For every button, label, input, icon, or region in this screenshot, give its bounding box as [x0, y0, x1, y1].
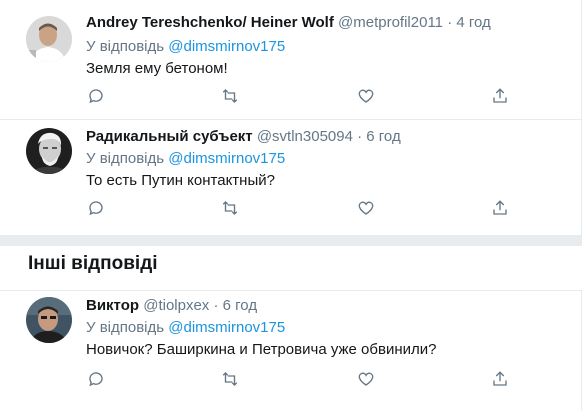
share-icon[interactable] [490, 86, 510, 106]
tweet-1[interactable]: Andrey Tereshchenko/ Heiner Wolf @metpro… [0, 0, 582, 120]
reply-icon[interactable] [86, 369, 106, 389]
timestamp[interactable]: 6 год [366, 128, 400, 145]
retweet-icon[interactable] [220, 369, 240, 389]
action-bar [86, 369, 507, 389]
action-bar [86, 198, 507, 218]
author-handle[interactable]: @svtln305094 [257, 128, 353, 145]
separator-dot: · [357, 128, 363, 145]
tweet-text: Новичок? Баширкина и Петровича уже обвин… [86, 341, 437, 358]
avatar[interactable] [26, 128, 72, 174]
reply-mention-link[interactable]: @dimsmirnov175 [168, 319, 285, 336]
separator-dot: · [213, 297, 219, 314]
share-icon[interactable] [490, 369, 510, 389]
tweet-header: Виктор @tiolpxex · 6 год [86, 297, 257, 314]
share-icon[interactable] [490, 198, 510, 218]
like-icon[interactable] [356, 369, 376, 389]
reply-prefix: У відповідь [86, 319, 165, 336]
reply-mention-link[interactable]: @dimsmirnov175 [168, 150, 285, 167]
reply-prefix: У відповідь [86, 150, 165, 167]
author-handle[interactable]: @tiolpxex [143, 297, 209, 314]
tweet-3[interactable]: Виктор @tiolpxex · 6 год У відповідь @di… [0, 290, 582, 411]
author-name[interactable]: Виктор [86, 297, 139, 314]
tweet-header: Радикальный субъект @svtln305094 · 6 год [86, 128, 401, 145]
avatar[interactable] [26, 297, 72, 343]
reply-icon[interactable] [86, 198, 106, 218]
section-divider [0, 236, 582, 246]
tweet-text: Земля ему бетоном! [86, 60, 228, 77]
like-icon[interactable] [356, 198, 376, 218]
reply-context: У відповідь @dimsmirnov175 [86, 38, 285, 55]
reply-context: У відповідь @dimsmirnov175 [86, 150, 285, 167]
retweet-icon[interactable] [220, 198, 240, 218]
tweet-text: То есть Путин контактный? [86, 172, 275, 189]
action-bar [86, 86, 507, 106]
avatar[interactable] [26, 16, 72, 62]
author-name[interactable]: Andrey Tereshchenko/ Heiner Wolf [86, 14, 334, 31]
like-icon[interactable] [356, 86, 376, 106]
reply-mention-link[interactable]: @dimsmirnov175 [168, 38, 285, 55]
separator-dot: · [447, 14, 453, 31]
retweet-icon[interactable] [220, 86, 240, 106]
reply-icon[interactable] [86, 86, 106, 106]
section-title: Інші відповіді [28, 253, 158, 274]
timestamp[interactable]: 6 год [223, 297, 257, 314]
tweet-2[interactable]: Радикальный субъект @svtln305094 · 6 год… [0, 120, 582, 236]
author-name[interactable]: Радикальный субъект [86, 128, 253, 145]
reply-context: У відповідь @dimsmirnov175 [86, 319, 285, 336]
timestamp[interactable]: 4 год [456, 14, 490, 31]
reply-prefix: У відповідь [86, 38, 165, 55]
author-handle[interactable]: @metprofil2011 [338, 14, 443, 31]
tweet-header: Andrey Tereshchenko/ Heiner Wolf @metpro… [86, 14, 491, 31]
